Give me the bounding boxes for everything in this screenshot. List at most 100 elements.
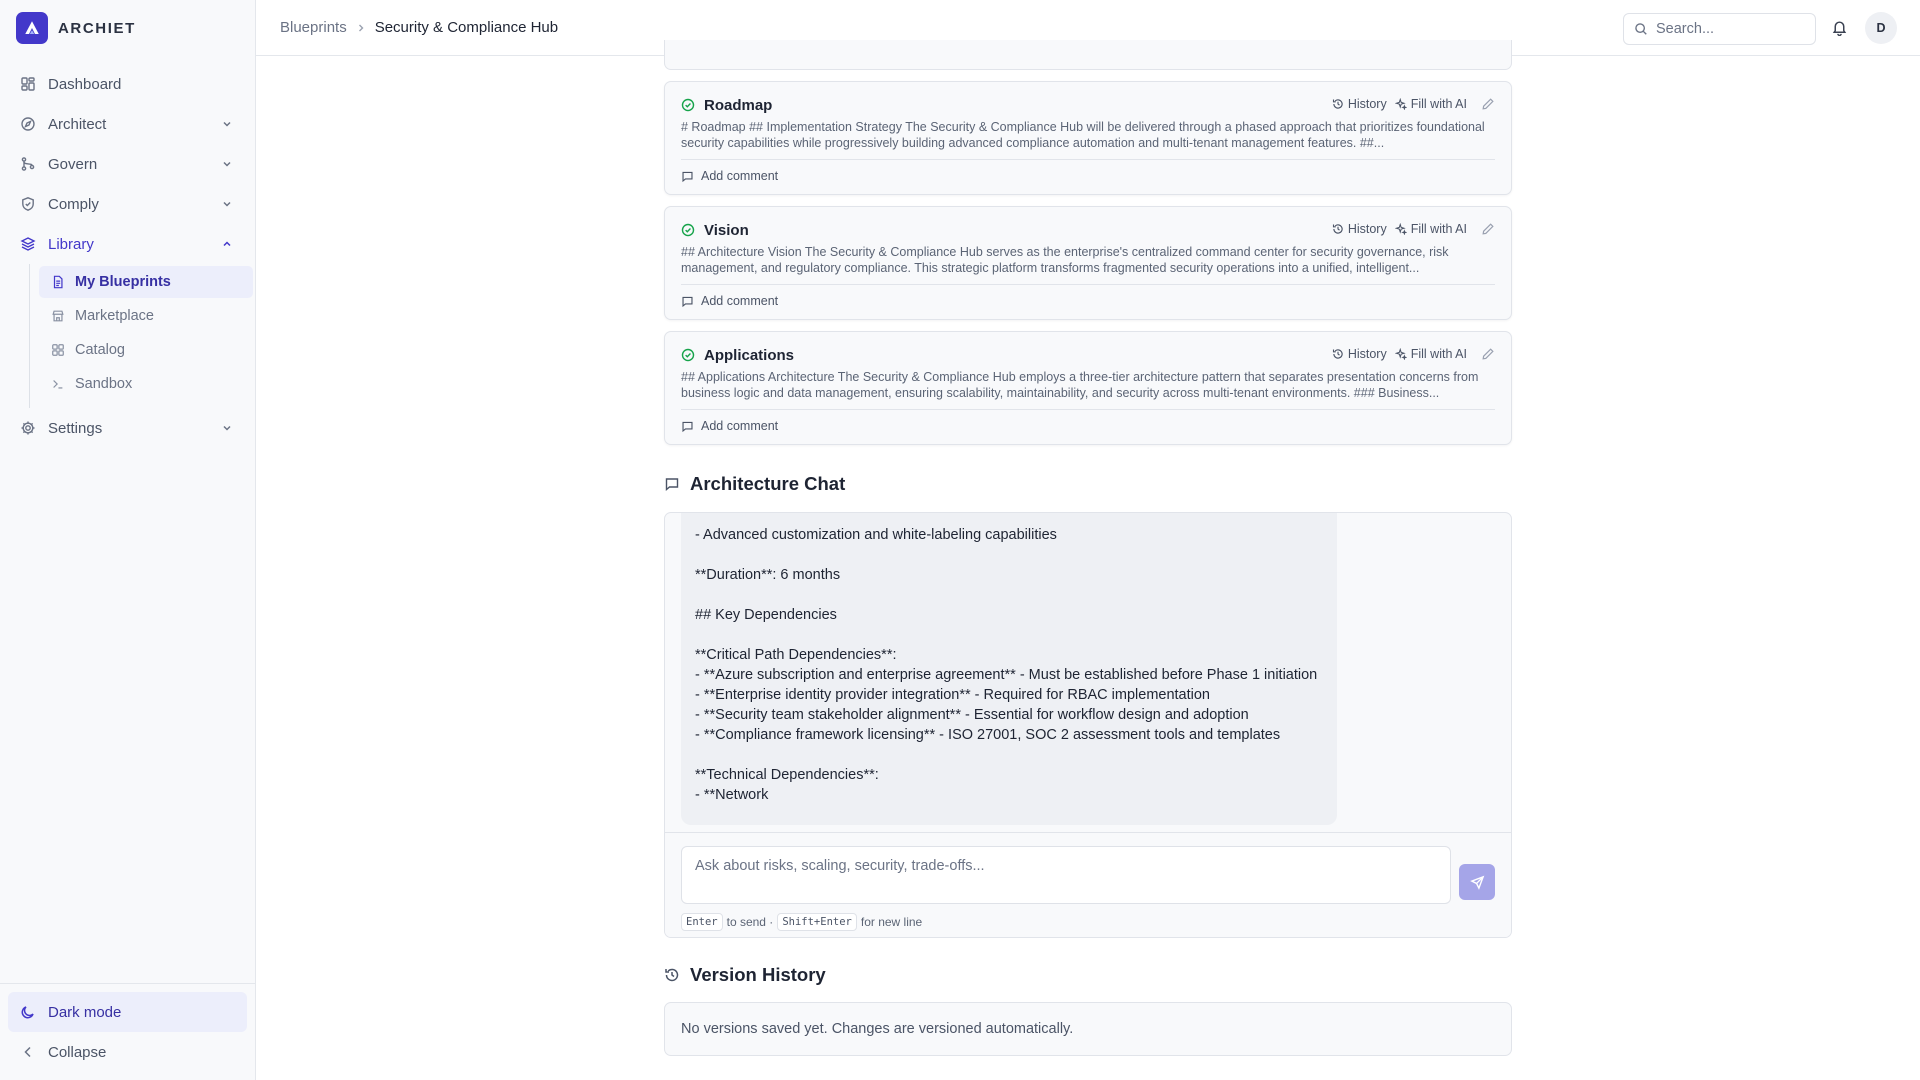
add-comment-button[interactable]: Add comment — [681, 419, 778, 433]
breadcrumb-current: Security & Compliance Hub — [374, 19, 559, 36]
check-circle-icon — [681, 348, 695, 362]
nav-library[interactable]: Library — [8, 224, 247, 264]
chevron-down-icon — [223, 121, 231, 127]
nav-architect[interactable]: Architect — [8, 104, 247, 144]
collapse-label: Collapse — [48, 1043, 107, 1061]
breadcrumb: Blueprints Security & Compliance Hub — [280, 19, 558, 36]
divider — [681, 284, 1495, 285]
chevron-up-icon — [223, 241, 231, 247]
add-comment-label: Add comment — [701, 294, 779, 308]
section-title: Applications — [704, 346, 795, 364]
divider — [681, 159, 1495, 160]
sparkles-icon — [1394, 348, 1407, 360]
section-preview: ## Applications Architecture The Securit… — [681, 370, 1479, 400]
check-circle-icon — [681, 98, 695, 112]
nav-label: Settings — [48, 419, 103, 437]
fill-with-ai-button[interactable]: Fill with AI — [1394, 97, 1467, 111]
section-card-previous — [664, 40, 1512, 70]
gear-icon — [21, 421, 35, 435]
pencil-icon[interactable] — [1481, 222, 1495, 236]
pencil-icon[interactable] — [1481, 347, 1495, 361]
nav-comply[interactable]: Comply — [8, 184, 247, 224]
search-input[interactable] — [1656, 21, 1806, 37]
divider — [681, 409, 1495, 410]
bell-icon[interactable] — [1831, 19, 1848, 36]
search-icon — [1635, 23, 1647, 35]
subnav-catalog[interactable]: Catalog — [39, 334, 253, 366]
history-label: History — [1347, 347, 1387, 361]
file-text-icon — [53, 275, 63, 289]
sparkles-icon — [1394, 223, 1407, 235]
collapse-button[interactable]: Collapse — [8, 1032, 247, 1072]
add-comment-label: Add comment — [701, 169, 779, 183]
avatar[interactable]: D — [1865, 12, 1897, 44]
section-card-vision: Vision History Fill with AI ## Architect… — [664, 206, 1512, 320]
subnav-marketplace[interactable]: Marketplace — [39, 300, 253, 332]
chevron-down-icon — [223, 425, 231, 431]
section-title: Roadmap — [704, 96, 773, 114]
chevron-left-icon — [24, 1046, 31, 1058]
version-history-empty: No versions saved yet. Changes are versi… — [664, 1002, 1512, 1056]
chevron-down-icon — [223, 201, 231, 207]
section-card-roadmap: Roadmap History Fill with AI # Roadmap #… — [664, 81, 1512, 195]
subnav-my-blueprints[interactable]: My Blueprints — [39, 266, 253, 298]
hint-send-text: to send · — [726, 915, 774, 929]
fill-with-ai-button[interactable]: Fill with AI — [1394, 347, 1467, 361]
kbd-shift-enter: Shift+Enter — [777, 913, 857, 931]
dark-mode-toggle[interactable]: Dark mode — [8, 992, 247, 1032]
search-box[interactable] — [1623, 13, 1816, 45]
section-heading-label: Architecture Chat — [690, 473, 846, 494]
compass-icon — [21, 117, 35, 131]
dark-mode-label: Dark mode — [48, 1003, 122, 1021]
hint-newline-text: for new line — [860, 915, 923, 929]
nav-settings[interactable]: Settings — [8, 408, 247, 448]
history-button[interactable]: History — [1332, 222, 1387, 236]
history-label: History — [1347, 97, 1387, 111]
fill-ai-label: Fill with AI — [1410, 347, 1467, 361]
add-comment-button[interactable]: Add comment — [681, 294, 778, 308]
nav-dashboard[interactable]: Dashboard — [8, 64, 247, 104]
nav-label: Library — [48, 235, 94, 253]
terminal-icon — [53, 380, 63, 389]
fill-ai-label: Fill with AI — [1410, 97, 1467, 111]
nav-label: Comply — [48, 195, 99, 213]
nav-label: Govern — [48, 155, 98, 173]
subnav-label: My Blueprints — [75, 274, 171, 290]
section-preview: ## Architecture Vision The Security & Co… — [681, 245, 1449, 275]
send-icon — [1469, 875, 1484, 890]
chat-panel: - Advanced customization and white-label… — [664, 512, 1512, 938]
library-subnav: My Blueprints Marketplace Catalog Sandbo… — [29, 264, 253, 408]
history-icon — [1332, 99, 1343, 109]
history-button[interactable]: History — [1332, 347, 1387, 361]
fill-with-ai-button[interactable]: Fill with AI — [1394, 222, 1467, 236]
main-nav: Dashboard Architect Govern Comply Librar… — [0, 56, 255, 456]
send-button[interactable] — [1459, 864, 1495, 900]
history-icon — [1332, 349, 1343, 359]
sparkles-icon — [1394, 98, 1407, 110]
keyboard-hint: Enter to send · Shift+Enter for new line — [681, 913, 922, 931]
breadcrumb-blueprints[interactable]: Blueprints — [280, 19, 347, 36]
subnav-label: Catalog — [75, 342, 125, 358]
layers-icon — [20, 237, 36, 251]
pencil-icon[interactable] — [1481, 97, 1495, 111]
chevron-down-icon — [223, 161, 231, 167]
add-comment-button[interactable]: Add comment — [681, 169, 778, 183]
sidebar-footer: Dark mode Collapse — [0, 983, 255, 1080]
comment-icon — [682, 171, 693, 182]
section-title: Vision — [704, 221, 749, 239]
sidebar: ARCHIET Dashboard Architect Govern Compl… — [0, 0, 256, 1080]
history-label: History — [1347, 222, 1387, 236]
section-heading-label: Version History — [690, 964, 826, 985]
chat-composer: Enter to send · Shift+Enter for new line — [665, 832, 1511, 937]
fill-ai-label: Fill with AI — [1410, 222, 1467, 236]
nav-govern[interactable]: Govern — [8, 144, 247, 184]
subnav-sandbox[interactable]: Sandbox — [39, 368, 253, 400]
grid-icon — [52, 344, 64, 356]
chat-input[interactable] — [681, 846, 1451, 904]
moon-icon — [21, 1006, 34, 1019]
brand[interactable]: ARCHIET — [0, 0, 255, 56]
git-branch-icon — [21, 157, 35, 171]
comment-icon — [682, 296, 693, 307]
history-button[interactable]: History — [1332, 97, 1387, 111]
kbd-enter: Enter — [681, 913, 723, 931]
